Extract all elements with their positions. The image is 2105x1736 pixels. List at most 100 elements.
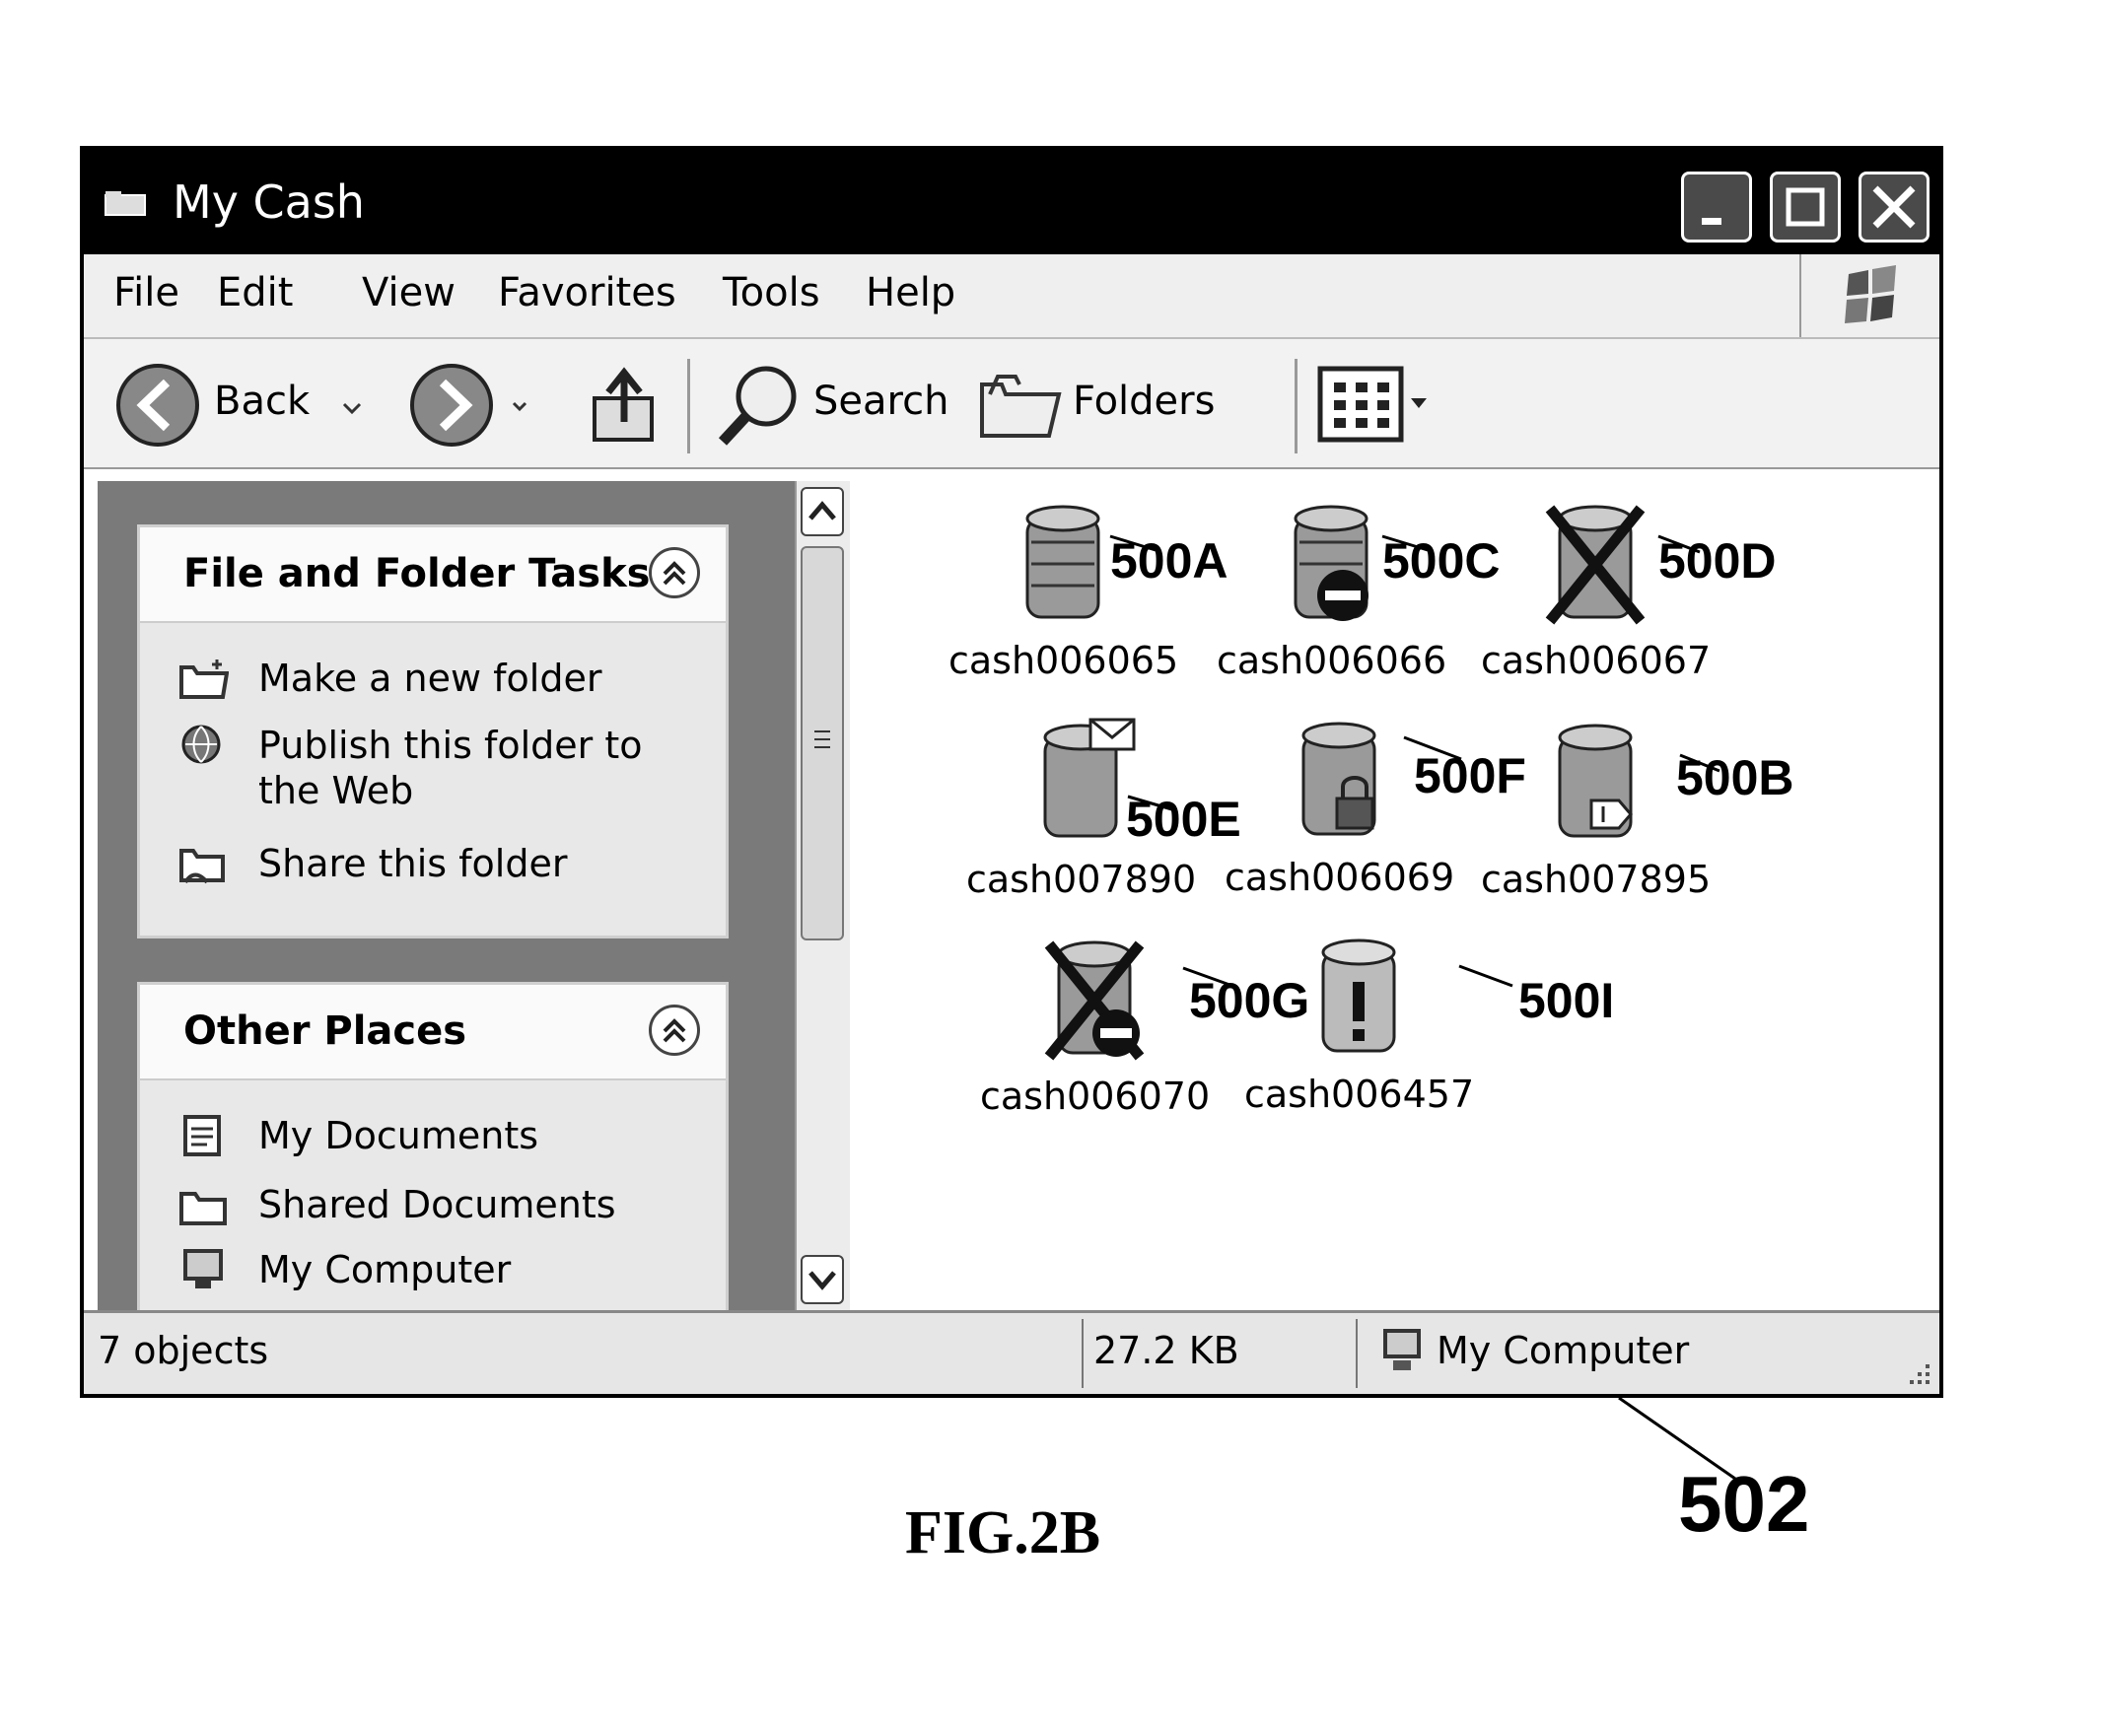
task-pane: File and Folder Tasks Make a new folder … bbox=[98, 481, 795, 1314]
file-name: cash006457 bbox=[1244, 1073, 1471, 1116]
collapse-button[interactable] bbox=[649, 547, 700, 598]
shared-documents-icon bbox=[177, 1182, 229, 1227]
close-icon bbox=[1861, 174, 1927, 240]
reference-label: 500D bbox=[1658, 532, 1777, 590]
file-view: cash006065 500A cash006066 500C cash0060… bbox=[850, 481, 1939, 1314]
file-name: cash006066 bbox=[1217, 639, 1443, 682]
chevron-up-icon bbox=[803, 489, 842, 534]
coin-stack-arrow-icon bbox=[1481, 718, 1708, 856]
file-name: cash007890 bbox=[966, 858, 1193, 901]
reference-label: 500I bbox=[1518, 972, 1614, 1029]
menu-bar: File Edit View Favorites Tools Help bbox=[84, 254, 1939, 339]
windows-flag-icon bbox=[1801, 254, 1939, 337]
file-item[interactable]: cash006065 bbox=[948, 499, 1175, 696]
coin-stack-warning-icon bbox=[1244, 933, 1471, 1071]
status-location: My Computer bbox=[1437, 1329, 1689, 1372]
my-computer-icon bbox=[1379, 1327, 1425, 1380]
search-label: Search bbox=[813, 379, 948, 424]
minimize-button[interactable] bbox=[1681, 172, 1752, 243]
panel-header[interactable]: File and Folder Tasks bbox=[140, 527, 726, 623]
views-grid-icon bbox=[1314, 355, 1442, 450]
forward-arrow-icon bbox=[407, 361, 496, 450]
double-chevron-up-icon bbox=[652, 550, 697, 595]
task-publish-to-web[interactable]: Publish this folder to the Web bbox=[258, 723, 692, 813]
file-item[interactable]: cash006066 bbox=[1217, 499, 1443, 696]
maximize-icon bbox=[1773, 174, 1838, 240]
back-label: Back bbox=[214, 379, 310, 424]
status-separator bbox=[1082, 1319, 1084, 1388]
minimize-icon bbox=[1684, 174, 1749, 240]
status-bar: 7 objects 27.2 KB My Computer bbox=[84, 1310, 1939, 1394]
toolbar-separator bbox=[687, 359, 690, 453]
back-arrow-icon bbox=[113, 361, 202, 450]
panel-header[interactable]: Other Places bbox=[140, 985, 726, 1080]
total-size: 27.2 KB bbox=[1093, 1329, 1239, 1372]
double-chevron-up-icon bbox=[652, 1007, 697, 1053]
resize-grip-icon[interactable] bbox=[1904, 1358, 1933, 1388]
file-name: cash006065 bbox=[948, 639, 1175, 682]
menu-edit[interactable]: Edit bbox=[217, 270, 293, 315]
share-folder-icon bbox=[177, 841, 229, 886]
search-icon bbox=[715, 359, 804, 448]
maximize-button[interactable] bbox=[1770, 172, 1841, 243]
reference-label: 500B bbox=[1676, 749, 1794, 806]
file-item[interactable]: cash006069 bbox=[1225, 716, 1451, 913]
panel-title: File and Folder Tasks bbox=[183, 551, 650, 596]
views-button[interactable] bbox=[1314, 355, 1452, 453]
menu-file[interactable]: File bbox=[113, 270, 179, 315]
reference-label: 500A bbox=[1110, 532, 1228, 590]
file-item[interactable]: cash006067 bbox=[1481, 499, 1708, 696]
forward-button[interactable] bbox=[399, 351, 537, 455]
scroll-down-button[interactable] bbox=[801, 1255, 844, 1304]
my-documents-icon bbox=[177, 1113, 229, 1158]
up-folder-icon bbox=[587, 359, 666, 448]
chevron-down-icon bbox=[340, 396, 364, 420]
status-separator bbox=[1356, 1319, 1358, 1388]
object-count: 7 objects bbox=[98, 1329, 268, 1372]
explorer-window: My Cash File Edit View Favorites Tools H… bbox=[80, 146, 1943, 1398]
file-item[interactable]: cash007895 bbox=[1481, 718, 1708, 915]
figure-reference-label: 502 bbox=[1678, 1459, 1809, 1550]
menu-help[interactable]: Help bbox=[866, 270, 955, 315]
window-title: My Cash bbox=[173, 175, 365, 229]
menu-view[interactable]: View bbox=[362, 270, 456, 315]
file-name: cash006070 bbox=[980, 1075, 1207, 1118]
folders-button[interactable]: Folders bbox=[966, 351, 1282, 455]
figure-caption: FIG.2B bbox=[905, 1498, 1100, 1568]
task-make-new-folder[interactable]: Make a new folder bbox=[258, 656, 692, 701]
other-places-panel: Other Places My Documents Shared Documen… bbox=[137, 982, 729, 1314]
place-shared-documents[interactable]: Shared Documents bbox=[258, 1182, 692, 1227]
folders-label: Folders bbox=[1073, 379, 1215, 424]
place-my-computer[interactable]: My Computer bbox=[258, 1247, 692, 1292]
new-folder-icon bbox=[177, 656, 229, 701]
panel-title: Other Places bbox=[183, 1008, 466, 1054]
file-name: cash007895 bbox=[1481, 858, 1708, 901]
menu-tools[interactable]: Tools bbox=[723, 270, 820, 315]
back-button[interactable]: Back bbox=[104, 351, 399, 455]
file-item[interactable]: cash006070 bbox=[980, 935, 1207, 1132]
folders-icon bbox=[976, 359, 1065, 448]
globe-icon bbox=[177, 723, 229, 768]
scroll-up-button[interactable] bbox=[801, 487, 844, 536]
up-folder-button[interactable] bbox=[577, 351, 675, 455]
task-share-folder[interactable]: Share this folder bbox=[258, 841, 692, 886]
folder-icon bbox=[104, 189, 149, 217]
place-my-documents[interactable]: My Documents bbox=[258, 1113, 692, 1158]
chevron-down-icon bbox=[510, 396, 529, 416]
windows-logo bbox=[1799, 254, 1939, 337]
menu-favorites[interactable]: Favorites bbox=[498, 270, 676, 315]
my-computer-icon bbox=[177, 1247, 229, 1292]
coin-stack-deleted-minus-icon bbox=[980, 935, 1207, 1073]
file-item[interactable]: cash006457 bbox=[1244, 933, 1471, 1130]
toolbar: Back Search bbox=[84, 339, 1939, 469]
collapse-button[interactable] bbox=[649, 1005, 700, 1056]
file-name: cash006069 bbox=[1225, 856, 1451, 899]
chevron-down-icon bbox=[803, 1257, 842, 1302]
file-folder-tasks-panel: File and Folder Tasks Make a new folder … bbox=[137, 524, 729, 938]
file-name: cash006067 bbox=[1481, 639, 1708, 682]
grip-icon bbox=[803, 548, 842, 938]
scroll-thumb[interactable] bbox=[801, 546, 844, 940]
vertical-scrollbar[interactable] bbox=[795, 481, 852, 1314]
title-bar[interactable]: My Cash bbox=[84, 150, 1939, 254]
close-button[interactable] bbox=[1859, 172, 1930, 243]
